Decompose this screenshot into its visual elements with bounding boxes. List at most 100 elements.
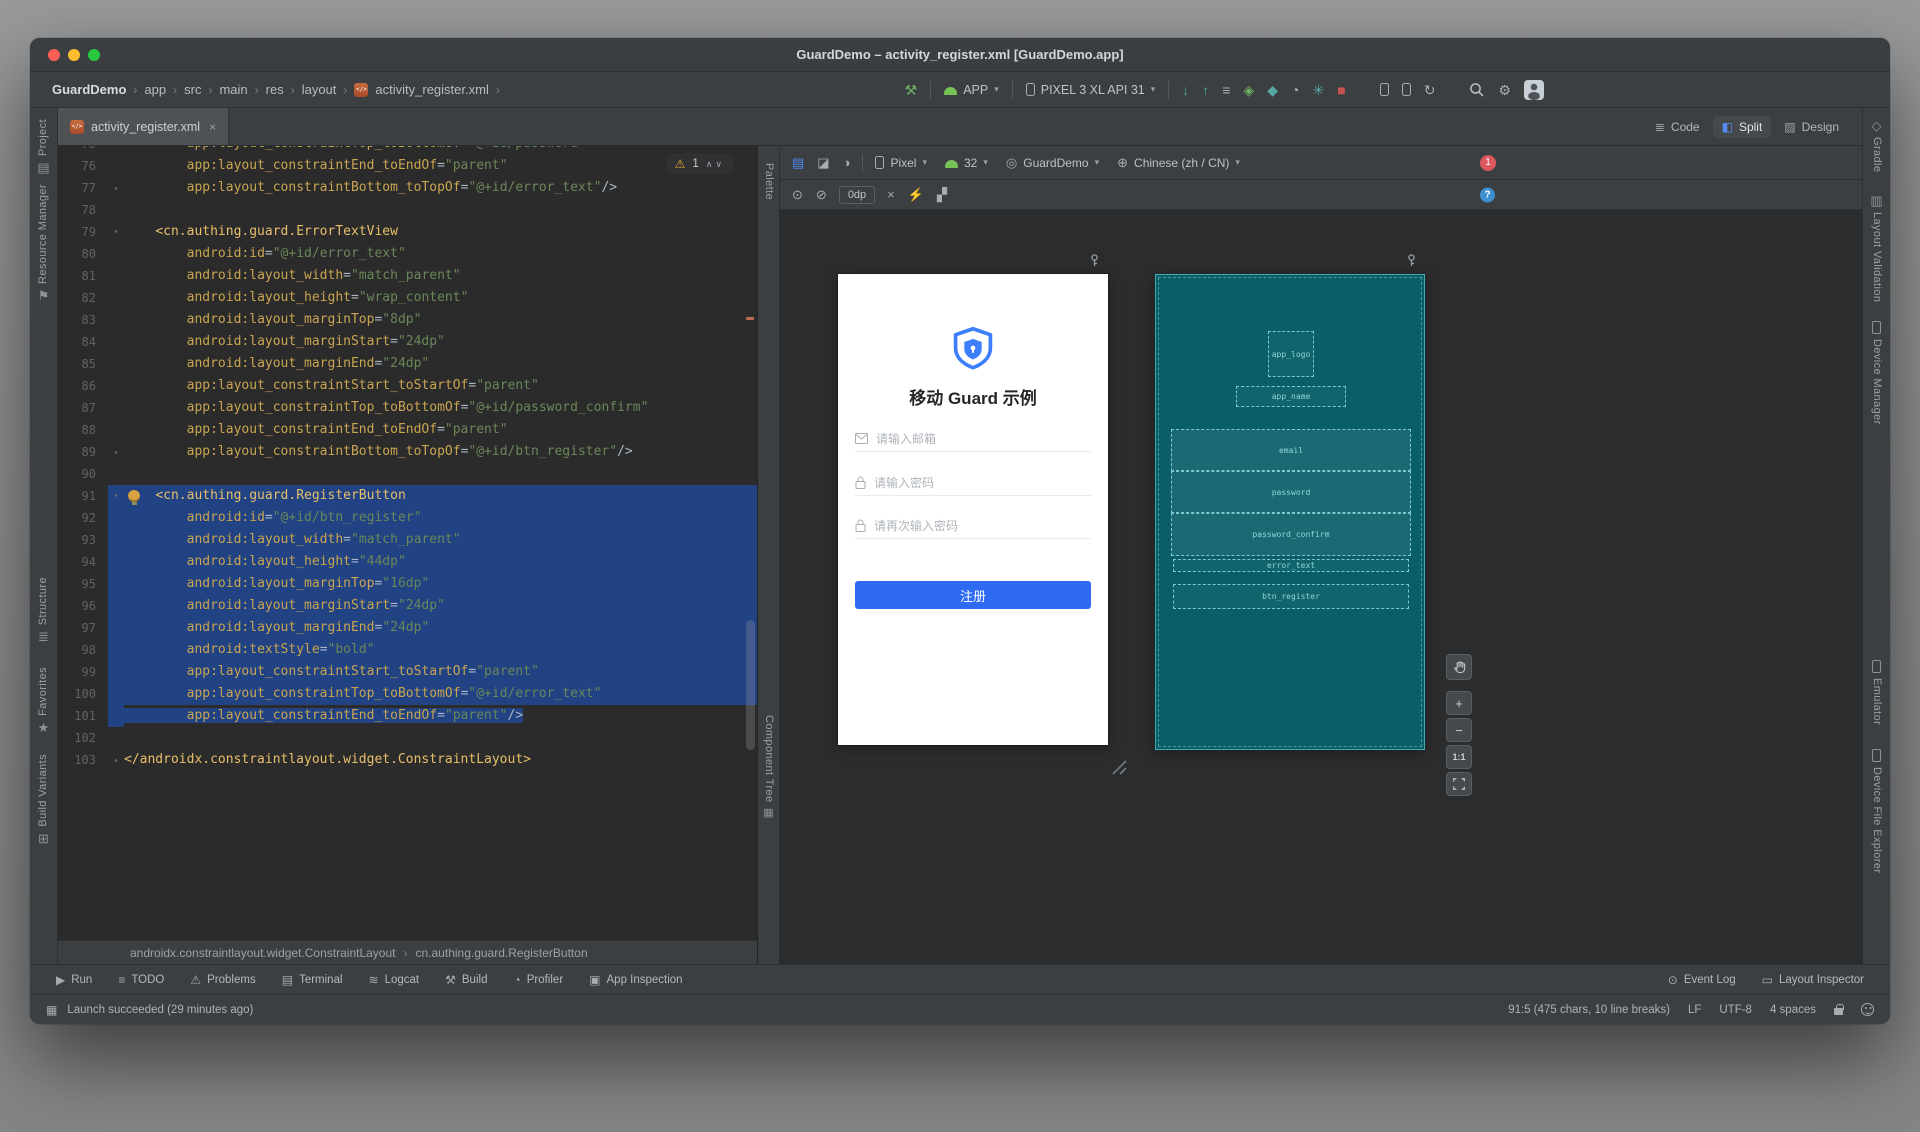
tool-window-button-logcat[interactable]: ≋ Logcat <box>369 974 420 986</box>
breadcrumb-item-main[interactable]: main <box>219 82 247 97</box>
register-button-preview[interactable]: 注册 <box>855 581 1091 609</box>
blueprint-box-app_logo[interactable]: app_logo <box>1268 331 1314 377</box>
tool-stripe-build-variants[interactable]: Build Variants ⊞ <box>37 749 49 850</box>
breadcrumb-item-res[interactable]: res <box>266 82 284 97</box>
breadcrumb-item-guarddemo[interactable]: GuardDemo <box>52 82 126 97</box>
breadcrumb-item-src[interactable]: src <box>184 82 201 97</box>
night-mode-icon[interactable]: ◑ <box>843 156 851 169</box>
tool-window-button-event-log[interactable]: ⊙ Event Log <box>1668 974 1736 986</box>
tool-window-button-profiler[interactable]: ◔ Profiler <box>513 974 563 986</box>
tool-stripe-device-file-explorer[interactable]: Device File Explorer <box>1871 744 1883 878</box>
avatar[interactable] <box>1524 79 1544 100</box>
view-options-icon[interactable]: ⊙ <box>792 188 803 201</box>
close-tab-icon[interactable]: × <box>209 120 216 134</box>
blueprint-box-app_name[interactable]: app_name <box>1236 386 1346 407</box>
indent-widget[interactable]: 4 spaces <box>1770 1004 1816 1016</box>
design-surface[interactable]: 移动 Guard 示例 请输入邮箱请输入密码请再次输入密码 注册 app_log… <box>780 210 1862 964</box>
tool-stripe-device-manager[interactable]: Device Manager <box>1871 316 1883 430</box>
local-changes-icon[interactable]: ≡ <box>1222 83 1230 97</box>
tool-window-button-terminal[interactable]: ▤ Terminal <box>282 974 343 986</box>
caret-position-widget[interactable]: 91:5 (475 chars, 10 line breaks) <box>1508 1004 1670 1016</box>
blueprint-box-error_text[interactable]: error_text <box>1173 559 1409 572</box>
breadcrumb-item-activity-register-xml[interactable]: activity_register.xml <box>375 82 488 97</box>
attach-debugger-icon[interactable]: ◆ <box>1267 83 1278 97</box>
feedback-smiley-icon[interactable] <box>1861 1003 1874 1016</box>
issue-badge[interactable]: 1 <box>1480 154 1496 171</box>
tool-window-button-todo[interactable]: ≡ TODO <box>118 974 164 986</box>
apply-changes-icon[interactable]: ✳ <box>1313 83 1325 97</box>
zoom-out-button[interactable]: − <box>1446 718 1472 742</box>
minimize-button[interactable] <box>68 48 80 61</box>
default-margin-selector[interactable]: 0dp <box>838 185 876 204</box>
vcs-update-icon[interactable]: ↓ <box>1182 83 1189 97</box>
profiler-icon[interactable]: ◔ <box>1291 83 1299 97</box>
stop-icon[interactable]: ■ <box>1337 83 1345 97</box>
build-hammer-icon[interactable]: ⚒ <box>905 83 918 97</box>
clear-constraints-icon[interactable]: × <box>887 188 895 201</box>
blueprint-box-btn_register[interactable]: btn_register <box>1173 584 1409 609</box>
breadcrumb-item-app[interactable]: app <box>144 82 166 97</box>
tool-stripe-palette[interactable]: Palette <box>763 158 775 205</box>
tool-window-button-layout-inspector[interactable]: ▭ Layout Inspector <box>1762 974 1864 986</box>
input-row-1[interactable]: 请输入邮箱 <box>855 426 1091 452</box>
resize-handle[interactable] <box>1110 758 1128 776</box>
readonly-lock-icon[interactable] <box>1834 1004 1844 1015</box>
zoom-in-button[interactable]: + <box>1446 691 1472 715</box>
tool-stripe-layout-validation[interactable]: ▥ Layout Validation <box>1870 189 1883 307</box>
scrollbar-thumb[interactable] <box>746 620 755 750</box>
locale-dropdown[interactable]: ⊕ Chinese (zh / CN) ▾ <box>1117 156 1240 170</box>
preview-title[interactable]: 移动 Guard 示例 <box>838 384 1108 409</box>
toolwindow-toggle-icon[interactable]: ▦ <box>46 1004 57 1016</box>
encoding-widget[interactable]: UTF-8 <box>1719 1004 1752 1016</box>
blueprint-frame[interactable]: app_logo app_nameemail password password_co… <box>1155 274 1425 750</box>
run-configuration-dropdown[interactable]: APP ▾ <box>944 83 999 97</box>
authing-shield-logo[interactable] <box>951 326 995 375</box>
theme-dropdown[interactable]: ◎ GuardDemo ▾ <box>1006 156 1099 170</box>
infer-constraints-icon[interactable]: ⚡ <box>908 188 924 201</box>
input-row-3[interactable]: 请再次输入密码 <box>855 513 1091 539</box>
view-mode-code[interactable]: ≣ Code <box>1646 116 1709 138</box>
autoconnect-off-icon[interactable]: ⊘ <box>816 188 827 201</box>
api-level-dropdown[interactable]: 32 ▾ <box>945 156 988 170</box>
tool-stripe-structure[interactable]: Structure ≣ <box>37 572 49 648</box>
intention-bulb-icon[interactable] <box>128 490 140 505</box>
prev-next-warning-arrows[interactable]: ∧∨ <box>706 159 725 170</box>
search-icon[interactable] <box>1469 82 1485 98</box>
tool-stripe-favorites[interactable]: Favorites ★ <box>37 662 49 739</box>
help-icon[interactable]: ? <box>1480 187 1495 202</box>
blueprint-box-email[interactable]: email <box>1171 429 1411 471</box>
tool-window-button-app-inspection[interactable]: ▣ App Inspection <box>589 974 682 986</box>
breadcrumb-element-registerbutton[interactable]: cn.authing.guard.RegisterButton <box>416 946 588 960</box>
input-row-2[interactable]: 请输入密码 <box>855 470 1091 496</box>
pack-icon[interactable]: ▞ <box>937 188 947 201</box>
line-separator-widget[interactable]: LF <box>1688 1004 1701 1016</box>
zoom-reset-button[interactable]: 1:1 <box>1446 745 1472 769</box>
device-dropdown[interactable]: Pixel ▾ <box>875 156 927 170</box>
design-preview-frame[interactable]: 移动 Guard 示例 请输入邮箱请输入密码请再次输入密码 注册 <box>838 274 1108 745</box>
close-button[interactable] <box>48 48 60 61</box>
design-surface-icon[interactable]: ▤ <box>792 156 804 169</box>
pan-tool-button[interactable] <box>1446 654 1472 680</box>
tool-window-button-problems[interactable]: ⚠ Problems <box>190 974 255 986</box>
tool-stripe-component-tree[interactable]: Component Tree ▦ <box>763 710 775 824</box>
inspection-widget[interactable]: ⚠ 1 ∧∨ <box>666 154 733 174</box>
tool-stripe-resource-manager[interactable]: Resource Manager ⚑ <box>37 179 49 307</box>
blueprint-box-password_confirm[interactable]: password_confirm <box>1171 513 1411 556</box>
view-mode-split[interactable]: ◧ Split <box>1712 115 1772 138</box>
blueprint-box-password[interactable]: password <box>1171 471 1411 513</box>
tool-window-button-build[interactable]: ⚒ Build <box>445 974 487 986</box>
device-mirroring-icon[interactable] <box>1401 83 1411 96</box>
tab-activity-register-xml[interactable]: </> activity_register.xml × <box>58 108 230 145</box>
editor-scrollbar[interactable] <box>745 146 756 940</box>
blueprint-mode-icon[interactable]: ◪ <box>817 156 829 169</box>
sync-project-icon[interactable]: ↻ <box>1424 83 1436 97</box>
debug-icon[interactable]: ◈ <box>1243 83 1254 97</box>
fullscreen-button[interactable] <box>88 48 100 61</box>
tool-stripe-project[interactable]: Project ▤ <box>37 114 50 179</box>
tool-stripe-gradle[interactable]: ◇ Gradle <box>1871 114 1883 177</box>
tool-stripe-emulator[interactable]: Emulator <box>1871 655 1883 730</box>
settings-gear-icon[interactable]: ⚙ <box>1498 83 1511 97</box>
view-mode-design[interactable]: ▨ Design <box>1775 116 1848 138</box>
breadcrumb-item-layout[interactable]: layout <box>302 82 337 97</box>
breadcrumb-element-constraintlayout[interactable]: androidx.constraintlayout.widget.Constra… <box>130 946 396 960</box>
